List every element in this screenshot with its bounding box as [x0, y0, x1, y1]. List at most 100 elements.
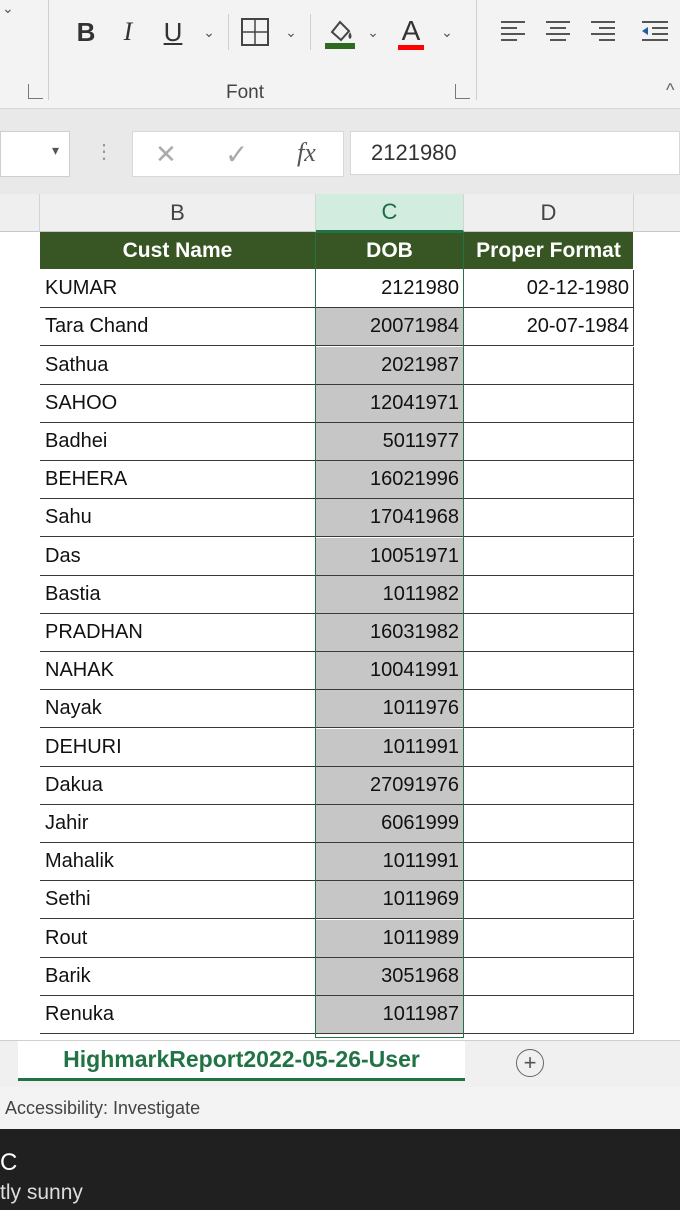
align-right-icon — [591, 21, 615, 41]
name-box[interactable]: ▾ — [0, 131, 70, 177]
header-cell-dob[interactable]: DOB — [316, 232, 464, 270]
table-cell[interactable]: Badhei — [40, 423, 316, 461]
table-cell[interactable]: 20071984 — [316, 308, 464, 347]
chevron-up-icon[interactable]: ^ — [666, 80, 674, 101]
borders-button[interactable] — [238, 10, 272, 54]
table-cell[interactable] — [464, 461, 634, 500]
table-cell[interactable] — [464, 805, 634, 843]
table-cell[interactable]: Das — [40, 537, 316, 576]
align-right-button[interactable] — [586, 10, 620, 54]
font-color-icon: A — [401, 14, 421, 46]
table-cell[interactable]: Renuka — [40, 996, 316, 1034]
chevron-down-icon[interactable]: ▾ — [52, 142, 59, 159]
table-cell[interactable] — [464, 384, 634, 423]
table-cell[interactable] — [464, 423, 634, 461]
table-cell[interactable]: PRADHAN — [40, 614, 316, 652]
table-cell[interactable]: 3051968 — [316, 957, 464, 996]
table-cell[interactable]: 2121980 — [316, 270, 464, 309]
table-cell[interactable]: 10051971 — [316, 537, 464, 576]
table-cell[interactable]: Bastia — [40, 575, 316, 614]
cancel-icon[interactable]: ✕ — [155, 139, 177, 170]
sheet-tab-active[interactable]: HighmarkReport2022-05-26-User — [18, 1041, 465, 1081]
table-cell[interactable]: 16021996 — [316, 461, 464, 500]
table-cell[interactable]: KUMAR — [40, 270, 316, 309]
table-cell[interactable]: Barik — [40, 957, 316, 996]
table-cell[interactable]: BEHERA — [40, 461, 316, 500]
table-cell[interactable] — [464, 652, 634, 691]
table-cell[interactable] — [464, 537, 634, 576]
table-cell[interactable]: Rout — [40, 919, 316, 958]
drag-handle-icon[interactable]: ⋮ — [94, 139, 114, 164]
fill-color-button[interactable] — [320, 10, 360, 54]
table-cell[interactable]: 1011969 — [316, 881, 464, 920]
header-cell-cust-name[interactable]: Cust Name — [40, 232, 316, 270]
column-header-b[interactable]: B — [40, 194, 316, 232]
table-cell[interactable]: Jahir — [40, 805, 316, 843]
table-cell[interactable]: SAHOO — [40, 384, 316, 423]
insert-function-icon[interactable]: fx — [297, 138, 316, 168]
column-header-e[interactable] — [634, 194, 680, 232]
font-dialog-launcher-icon[interactable] — [455, 84, 470, 99]
align-left-button[interactable] — [496, 10, 530, 54]
table-cell[interactable]: Sahu — [40, 499, 316, 538]
chevron-down-icon[interactable]: ⌄ — [2, 0, 14, 30]
column-header-d[interactable]: D — [464, 194, 634, 232]
bold-button[interactable]: B — [70, 10, 102, 54]
table-cell[interactable]: 16031982 — [316, 614, 464, 652]
table-cell[interactable]: 1011976 — [316, 690, 464, 729]
column-header-c[interactable]: C — [316, 194, 464, 232]
weather-condition[interactable]: tly sunny — [0, 1181, 83, 1205]
header-cell-proper-format[interactable]: Proper Format — [464, 232, 634, 270]
table-cell[interactable] — [464, 843, 634, 882]
font-color-button[interactable]: A — [394, 10, 428, 54]
table-cell[interactable]: 6061999 — [316, 805, 464, 843]
table-cell[interactable] — [464, 919, 634, 958]
table-cell[interactable]: 27091976 — [316, 766, 464, 805]
underline-button[interactable]: U — [158, 10, 188, 54]
chevron-down-icon[interactable]: ⌄ — [198, 10, 220, 54]
align-center-button[interactable] — [541, 10, 575, 54]
chevron-down-icon[interactable]: ⌄ — [436, 10, 458, 54]
table-cell[interactable]: Dakua — [40, 766, 316, 805]
table-cell[interactable] — [464, 881, 634, 920]
table-cell[interactable]: Sathua — [40, 346, 316, 385]
table-cell[interactable] — [464, 996, 634, 1034]
table-cell[interactable]: 1011982 — [316, 575, 464, 614]
italic-button[interactable]: I — [114, 10, 142, 54]
table-cell[interactable]: Nayak — [40, 690, 316, 729]
weather-temp[interactable]: C — [0, 1149, 17, 1177]
table-cell[interactable]: 10041991 — [316, 652, 464, 691]
table-cell[interactable]: 12041971 — [316, 384, 464, 423]
chevron-down-icon[interactable]: ⌄ — [280, 10, 302, 54]
table-cell[interactable]: 02-12-1980 — [464, 270, 634, 309]
table-cell[interactable]: DEHURI — [40, 728, 316, 767]
dialog-launcher-icon[interactable] — [28, 84, 43, 99]
table-cell[interactable]: 2021987 — [316, 346, 464, 385]
table-cell[interactable] — [464, 728, 634, 767]
accessibility-status[interactable]: Accessibility: Investigate — [5, 1098, 200, 1119]
decrease-indent-button[interactable] — [636, 10, 672, 54]
table-cell[interactable] — [464, 957, 634, 996]
table-cell[interactable] — [464, 690, 634, 729]
table-cell[interactable] — [464, 346, 634, 385]
table-cell[interactable]: 1011989 — [316, 919, 464, 958]
table-cell[interactable]: Sethi — [40, 881, 316, 920]
table-cell[interactable] — [464, 766, 634, 805]
formula-input[interactable]: 2121980 — [350, 131, 680, 175]
table-cell[interactable]: 1011991 — [316, 728, 464, 767]
table-cell[interactable]: 17041968 — [316, 499, 464, 538]
add-sheet-icon[interactable]: + — [516, 1049, 544, 1077]
table-cell[interactable]: Mahalik — [40, 843, 316, 882]
table-cell[interactable]: 1011991 — [316, 843, 464, 882]
table-cell[interactable]: 1011987 — [316, 996, 464, 1034]
chevron-down-icon[interactable]: ⌄ — [362, 10, 384, 54]
table-cell[interactable]: NAHAK — [40, 652, 316, 691]
enter-icon[interactable]: ✓ — [225, 138, 248, 171]
table-cell[interactable]: 5011977 — [316, 423, 464, 461]
ribbon: ⌄ B I U ⌄ ⌄ ⌄ A ⌄ Font ^ — [0, 0, 680, 109]
table-cell[interactable]: Tara Chand — [40, 308, 316, 347]
table-cell[interactable] — [464, 499, 634, 538]
table-cell[interactable] — [464, 575, 634, 614]
table-cell[interactable]: 20-07-1984 — [464, 308, 634, 347]
table-cell[interactable] — [464, 614, 634, 652]
